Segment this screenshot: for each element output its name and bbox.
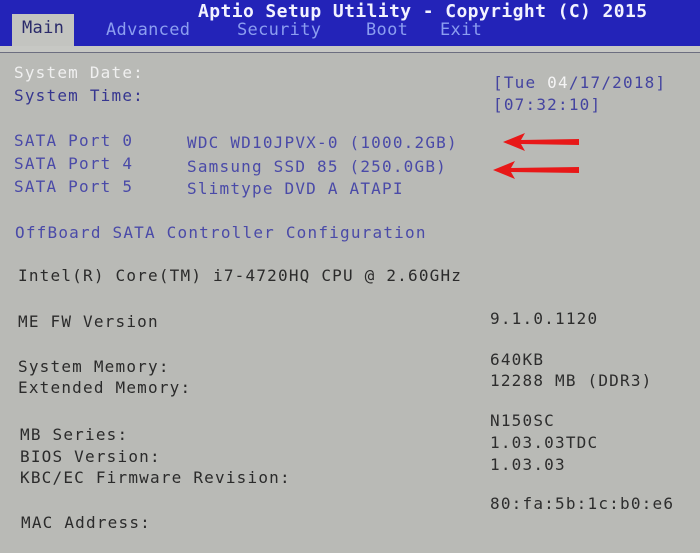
system-memory-label: System Memory: bbox=[18, 357, 170, 376]
extended-memory-value: 12288 MB (DDR3) bbox=[490, 371, 653, 390]
kbc-ec-firmware-label: KBC/EC Firmware Revision: bbox=[20, 468, 291, 487]
me-fw-value: 9.1.0.1120 bbox=[490, 309, 599, 328]
system-date-value[interactable]: [Tue 04/17/2018] bbox=[493, 73, 666, 92]
mb-series-label: MB Series: bbox=[20, 425, 129, 444]
tab-exit[interactable]: Exit bbox=[440, 17, 482, 45]
offboard-sata-config-link[interactable]: OffBoard SATA Controller Configuration bbox=[15, 223, 427, 242]
date-prefix: [Tue bbox=[493, 73, 548, 92]
sata-port-5-label: SATA Port 5 bbox=[14, 177, 134, 196]
sata-port-4-device: Samsung SSD 85 (250.0GB) bbox=[187, 157, 447, 176]
sata-port-5-device: Slimtype DVD A ATAPI bbox=[187, 179, 404, 198]
bios-version-value: 1.03.03TDC bbox=[490, 433, 599, 452]
annotation-arrow-icon bbox=[503, 133, 579, 151]
tab-main[interactable]: Main bbox=[12, 14, 75, 46]
mac-address-value: 80:fa:5b:1c:b0:e6 bbox=[490, 494, 675, 513]
mb-series-value: N150SC bbox=[490, 411, 555, 430]
date-month-field[interactable]: 04 bbox=[547, 73, 569, 92]
extended-memory-label: Extended Memory: bbox=[18, 378, 192, 397]
tab-security[interactable]: Security bbox=[237, 17, 321, 45]
header-divider bbox=[0, 46, 700, 53]
me-fw-label: ME FW Version bbox=[18, 312, 159, 331]
date-rest: /17/2018] bbox=[568, 73, 667, 92]
cpu-info: Intel(R) Core(TM) i7-4720HQ CPU @ 2.60GH… bbox=[18, 266, 463, 285]
bios-version-label: BIOS Version: bbox=[20, 447, 161, 466]
tab-boot[interactable]: Boot bbox=[366, 17, 408, 45]
system-time-value[interactable]: [07:32:10] bbox=[493, 95, 601, 114]
system-time-label[interactable]: System Time: bbox=[14, 86, 144, 105]
system-date-label[interactable]: System Date: bbox=[14, 63, 144, 82]
header-bar: Aptio Setup Utility - Copyright (C) 2015… bbox=[0, 0, 700, 46]
annotation-arrow-icon bbox=[493, 161, 579, 179]
system-memory-value: 640KB bbox=[490, 350, 545, 369]
sata-port-0-device: WDC WD10JPVX-0 (1000.2GB) bbox=[187, 133, 458, 152]
tab-advanced[interactable]: Advanced bbox=[106, 17, 190, 45]
sata-port-0-label: SATA Port 0 bbox=[14, 131, 134, 150]
mac-address-label: MAC Address: bbox=[21, 513, 151, 532]
sata-port-4-label: SATA Port 4 bbox=[14, 154, 134, 173]
kbc-ec-firmware-value: 1.03.03 bbox=[490, 455, 566, 474]
